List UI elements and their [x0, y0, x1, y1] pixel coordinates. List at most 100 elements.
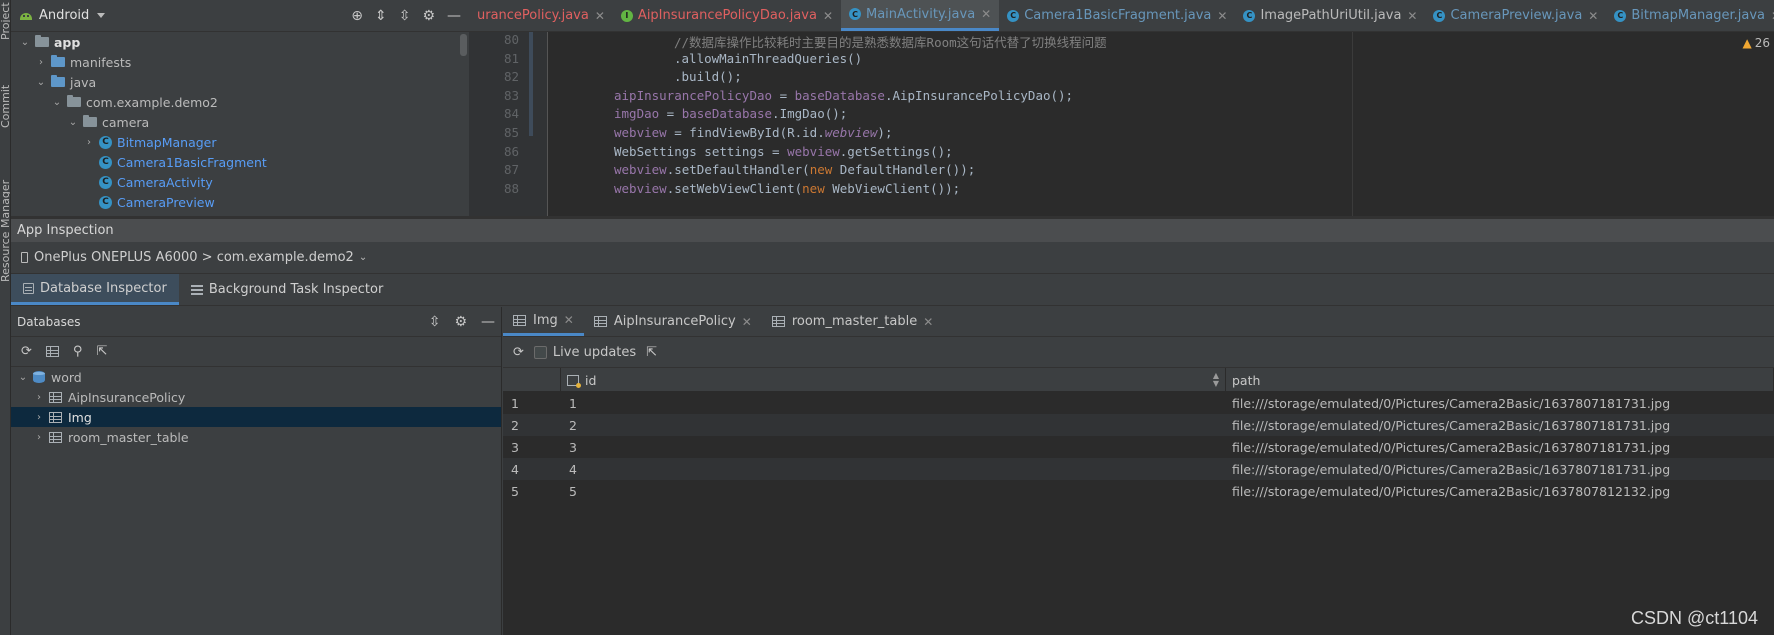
java-class-icon: C — [1614, 9, 1627, 22]
chevron-icon[interactable]: › — [33, 412, 45, 423]
expand-all-icon[interactable]: ⇕ — [375, 8, 387, 24]
tree-item[interactable]: C CameraPreview — [11, 192, 469, 212]
resource-manager-tool-button[interactable]: Resource Manager — [0, 180, 10, 282]
code-token: baseDatabase — [681, 106, 773, 122]
database-tree-label: word — [51, 369, 82, 385]
tree-item[interactable]: C CameraActivity — [11, 172, 469, 192]
close-icon[interactable]: ✕ — [981, 7, 991, 21]
line-number: 80 — [503, 32, 519, 47]
folder-icon — [51, 75, 65, 87]
path-cell[interactable]: file:///storage/emulated/0/Pictures/Came… — [1226, 418, 1774, 433]
column-header-path[interactable]: path — [1226, 368, 1774, 392]
editor-tab[interactable]: C Camera1BasicFragment.java ✕ — [999, 0, 1235, 31]
editor-tab[interactable]: urancePolicy.java ✕ — [469, 0, 613, 31]
close-icon[interactable]: ✕ — [564, 313, 574, 327]
chevron-icon[interactable]: ⌄ — [19, 37, 31, 48]
gear-icon[interactable]: ⚙ — [422, 8, 435, 24]
table-row[interactable]: 3 3 file:///storage/emulated/0/Pictures/Ca… — [503, 436, 1774, 458]
editor-tab[interactable]: C MainActivity.java ✕ — [841, 0, 1000, 31]
table-row[interactable]: 4 4 file:///storage/emulated/0/Pictures/Ca… — [503, 458, 1774, 480]
code-token: webview — [614, 162, 667, 178]
editor-tab-label: BitmapManager.java — [1631, 8, 1766, 23]
chevron-icon[interactable]: ⌄ — [35, 77, 47, 88]
editor-tab[interactable]: C CameraPreview.java ✕ — [1425, 0, 1606, 31]
table-icon — [771, 316, 785, 327]
editor-tab[interactable]: C ImagePathUriUtil.java ✕ — [1235, 0, 1425, 31]
live-updates-checkbox[interactable] — [533, 345, 547, 359]
database-tree-item[interactable]: ⌄ word — [11, 367, 501, 387]
refresh-icon[interactable]: ⟳ — [21, 344, 32, 359]
locate-icon[interactable]: ⊕ — [351, 8, 363, 24]
tree-item[interactable]: C Camera1BasicFragment — [11, 152, 469, 172]
warning-indicator[interactable]: ▲ 26 — [1742, 36, 1770, 50]
code-token: = — [659, 106, 682, 122]
keep-connections-icon[interactable]: ⚲ — [73, 344, 83, 359]
editor-tab[interactable]: CBitmapManager.java✕ — [1606, 0, 1774, 31]
path-cell[interactable]: file:///storage/emulated/0/Pictures/Came… — [1226, 440, 1774, 455]
table-row[interactable]: 2 2 file:///storage/emulated/0/Pictures/Ca… — [503, 414, 1774, 436]
chevron-icon[interactable]: › — [35, 57, 47, 68]
commit-tool-button[interactable]: Commit — [0, 85, 10, 128]
path-cell[interactable]: file:///storage/emulated/0/Pictures/Came… — [1226, 484, 1774, 499]
hide-icon[interactable]: — — [447, 8, 461, 24]
refresh-table-icon[interactable]: ⟳ — [513, 345, 524, 360]
editor-tab[interactable]: I AipInsurancePolicyDao.java ✕ — [613, 0, 841, 31]
chevron-icon[interactable]: ⌄ — [67, 117, 79, 128]
device-selector[interactable]: OnePlus ONEPLUS A6000 > com.example.demo… — [11, 242, 1774, 274]
tree-item[interactable]: › manifests — [11, 52, 469, 72]
column-header-id[interactable]: id ▲ ▼ — [561, 368, 1226, 392]
id-cell[interactable]: 4 — [561, 462, 1226, 477]
close-icon[interactable]: ✕ — [1217, 9, 1227, 23]
chevron-icon[interactable]: ⌄ — [51, 97, 63, 108]
path-cell[interactable]: file:///storage/emulated/0/Pictures/Came… — [1226, 462, 1774, 477]
tab-background-task-inspector[interactable]: Background Task Inspector — [179, 274, 396, 305]
project-tool-button[interactable]: Project — [0, 2, 10, 40]
tree-item[interactable]: › C BitmapManager — [11, 132, 469, 152]
table-tab[interactable]: room_master_table ✕ — [762, 307, 943, 336]
table-row[interactable]: 1 1 file:///storage/emulated/0/Pictures/Ca… — [503, 392, 1774, 414]
phone-icon — [21, 252, 28, 263]
table-header: id ▲ ▼ path — [503, 368, 1774, 392]
chevron-icon[interactable]: › — [83, 137, 95, 148]
database-tree-item[interactable]: › Img — [11, 407, 501, 427]
database-tree-item[interactable]: › room_master_table — [11, 427, 501, 447]
id-cell[interactable]: 1 — [561, 396, 1226, 411]
live-updates-toggle[interactable]: Live updates — [533, 345, 636, 360]
chevron-icon[interactable]: › — [33, 392, 45, 403]
project-view-selector[interactable]: Android — [39, 8, 89, 23]
code-text: webview.setWebViewClient(new WebViewClie… — [614, 181, 960, 196]
chevron-icon[interactable]: › — [33, 432, 45, 443]
id-cell[interactable]: 2 — [561, 418, 1226, 433]
code-line[interactable]: 88 webview.setWebViewClient(new WebViewCl… — [469, 181, 1774, 202]
table-tab[interactable]: Img ✕ — [503, 307, 584, 336]
run-query-icon[interactable] — [45, 346, 59, 357]
tree-item[interactable]: ⌄ com.example.demo2 — [11, 92, 469, 112]
table-tab[interactable]: AipInsurancePolicy ✕ — [584, 307, 762, 336]
close-icon[interactable]: ✕ — [1588, 9, 1598, 23]
id-cell[interactable]: 5 — [561, 484, 1226, 499]
tree-item[interactable]: ⌄ app — [11, 32, 469, 52]
collapse-all-icon[interactable]: ⇳ — [399, 8, 411, 24]
close-icon[interactable]: ✕ — [1407, 9, 1417, 23]
tree-item[interactable]: ⌄ java — [11, 72, 469, 92]
table-row[interactable]: 5 5 file:///storage/emulated/0/Pictures/Ca… — [503, 480, 1774, 502]
collapse-icon[interactable]: ⇳ — [429, 314, 441, 330]
close-icon[interactable]: ✕ — [742, 315, 752, 329]
export-icon[interactable]: ⇱ — [96, 344, 107, 359]
project-scrollbar[interactable] — [460, 34, 467, 56]
tab-database-inspector[interactable]: Database Inspector — [11, 274, 179, 305]
export-icon[interactable]: ⇱ — [646, 345, 657, 360]
code-text: .build(); — [674, 69, 742, 84]
close-icon[interactable]: ✕ — [923, 315, 933, 329]
close-icon[interactable]: ✕ — [595, 9, 605, 23]
chevron-down-icon[interactable] — [97, 13, 106, 18]
hide-icon[interactable]: — — [481, 314, 495, 330]
sort-icon[interactable]: ▲ ▼ — [1213, 372, 1219, 388]
chevron-icon[interactable]: ⌄ — [17, 372, 29, 383]
close-icon[interactable]: ✕ — [823, 9, 833, 23]
tree-item[interactable]: ⌄ camera — [11, 112, 469, 132]
path-cell[interactable]: file:///storage/emulated/0/Pictures/Came… — [1226, 396, 1774, 411]
database-tree-item[interactable]: › AipInsurancePolicy — [11, 387, 501, 407]
gear-icon[interactable]: ⚙ — [454, 314, 467, 330]
id-cell[interactable]: 3 — [561, 440, 1226, 455]
